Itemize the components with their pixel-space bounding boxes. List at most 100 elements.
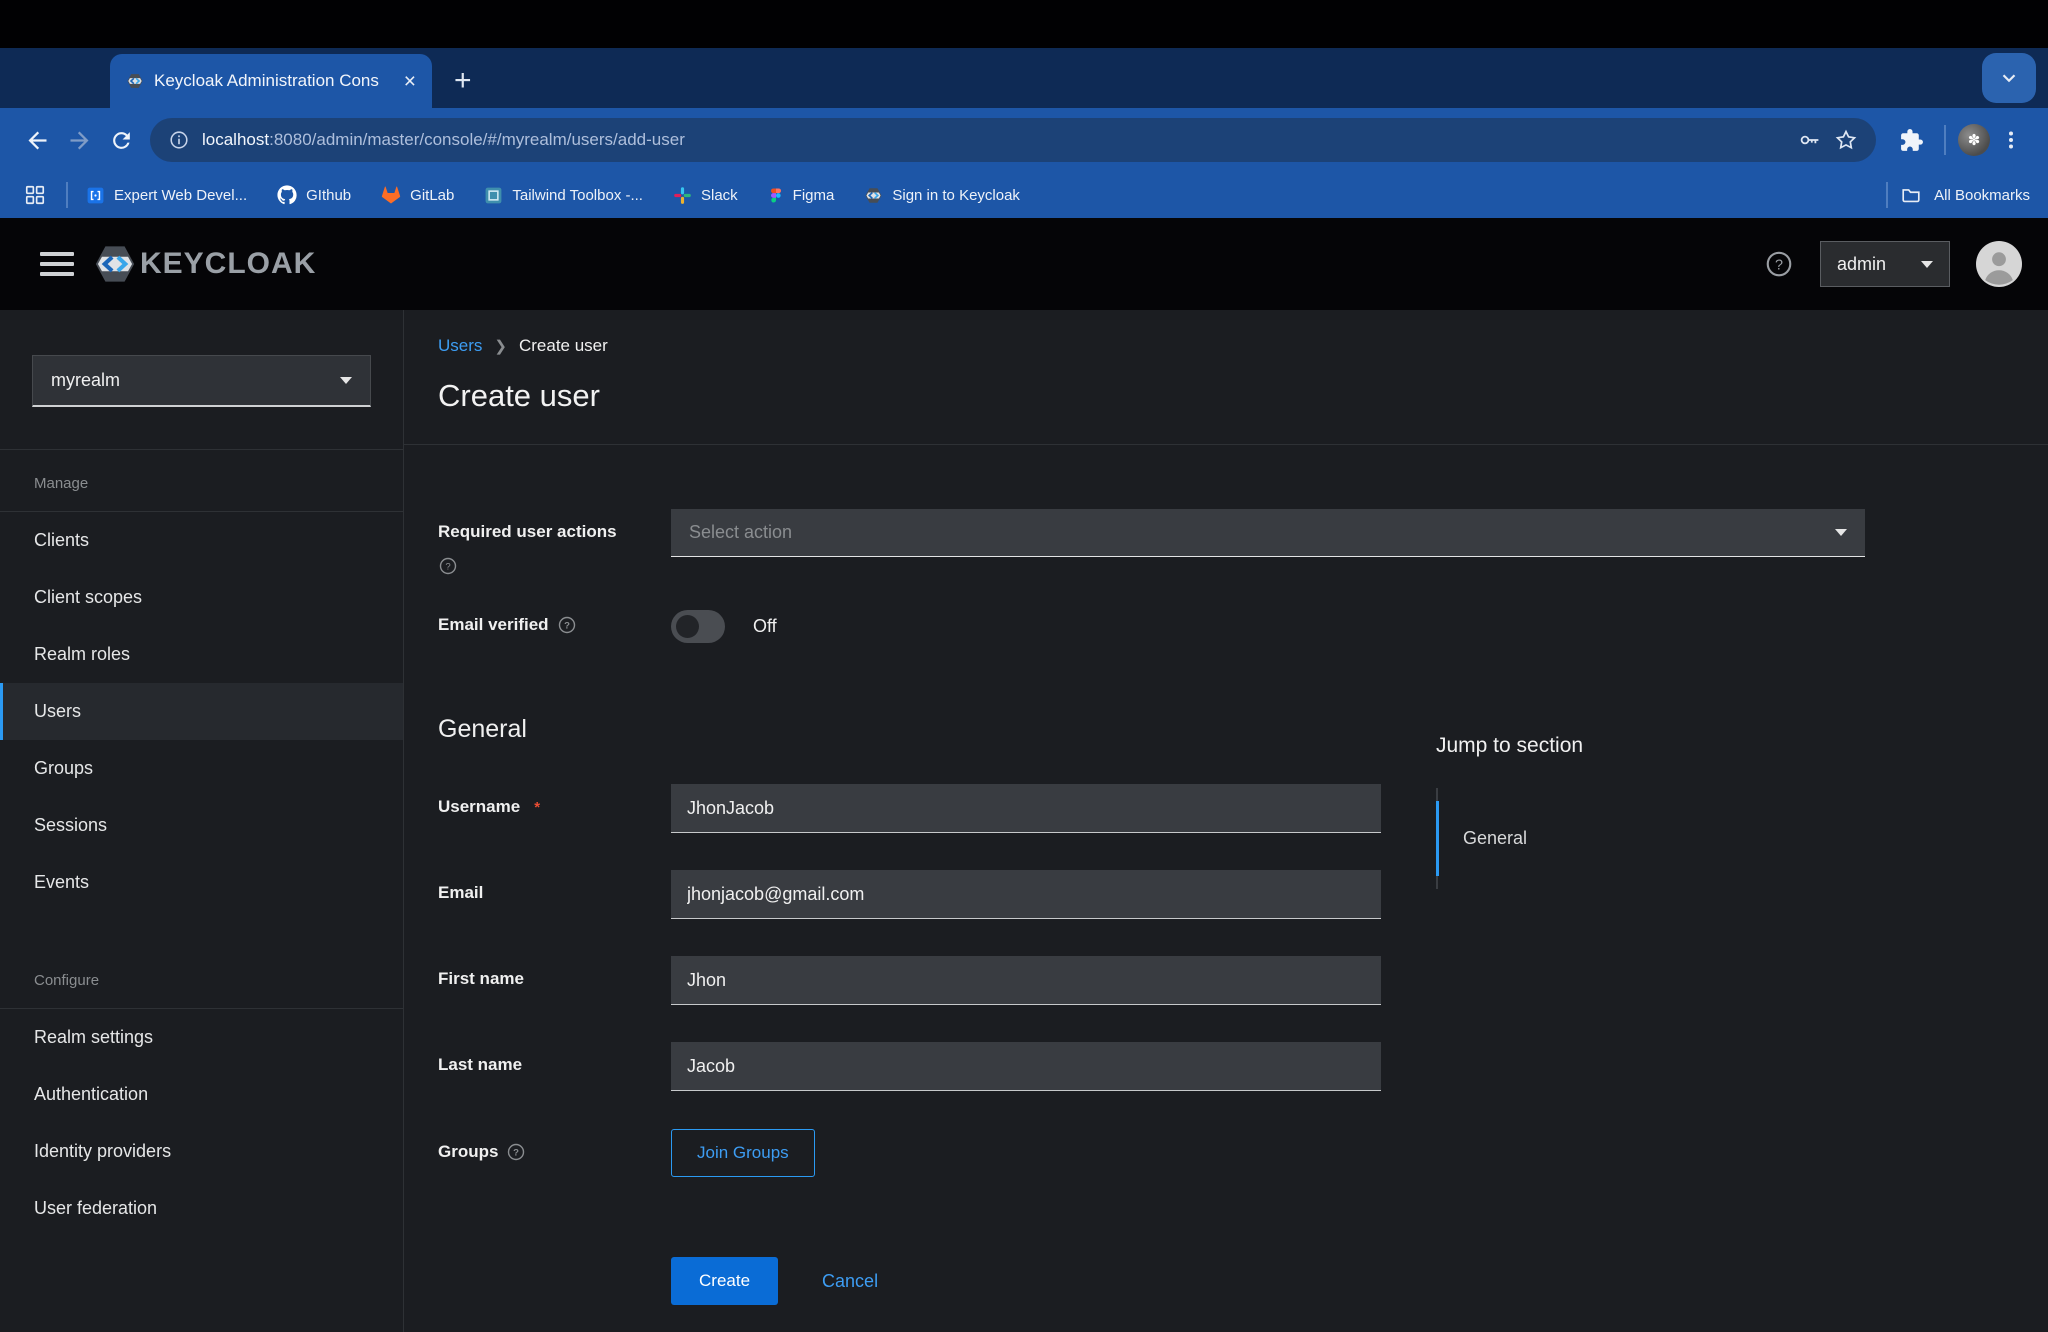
- sidebar-item-groups[interactable]: Groups: [0, 740, 403, 797]
- username-row: Username*: [438, 784, 2048, 833]
- new-tab-button[interactable]: +: [454, 66, 472, 96]
- help-icon[interactable]: ?: [1764, 249, 1794, 279]
- email-verified-label: Email verified ?: [438, 615, 577, 635]
- toolbar-separator: [1944, 125, 1946, 155]
- sidebar-item-realm-settings[interactable]: Realm settings: [0, 1009, 403, 1066]
- sidebar-item-realm-roles[interactable]: Realm roles: [0, 626, 403, 683]
- breadcrumb-users-link[interactable]: Users: [438, 336, 482, 356]
- sidebar-item-events[interactable]: Events: [0, 854, 403, 911]
- breadcrumb-current: Create user: [519, 336, 608, 356]
- bookmarks-separator: [66, 182, 68, 208]
- first-name-label: First name: [438, 969, 524, 989]
- back-button[interactable]: [16, 119, 58, 161]
- svg-text:?: ?: [445, 562, 450, 573]
- bookmark-slack[interactable]: Slack: [673, 186, 738, 205]
- email-row: Email: [438, 870, 2048, 919]
- bookmark-label: Figma: [793, 187, 835, 204]
- bookmark-github[interactable]: GIthub: [277, 185, 351, 205]
- sidebar-item-identity-providers[interactable]: Identity providers: [0, 1123, 403, 1180]
- question-circle-icon[interactable]: ?: [438, 556, 458, 576]
- bookmark-star-icon[interactable]: [1834, 128, 1858, 152]
- required-user-actions-label: Required user actions: [438, 522, 617, 542]
- cancel-link[interactable]: Cancel: [822, 1271, 878, 1292]
- extensions-button[interactable]: [1890, 119, 1932, 161]
- username-input[interactable]: [671, 784, 1381, 833]
- user-menu-dropdown[interactable]: admin: [1820, 241, 1950, 287]
- breadcrumb-chevron-icon: ❯: [494, 337, 507, 355]
- required-actions-select[interactable]: Select action: [671, 509, 1865, 557]
- bookmark-label: GitLab: [410, 187, 454, 204]
- apps-grid-button[interactable]: [18, 178, 52, 212]
- bookmark-keycloak[interactable]: Sign in to Keycloak: [864, 186, 1020, 205]
- folder-icon: [1900, 184, 1922, 206]
- browser-tab[interactable]: Keycloak Administration Cons ×: [110, 54, 432, 108]
- site-info-icon[interactable]: [168, 129, 190, 151]
- bookmark-figma[interactable]: Figma: [768, 186, 835, 205]
- email-input[interactable]: [671, 870, 1381, 919]
- email-verified-toggle[interactable]: [671, 610, 725, 643]
- user-avatar[interactable]: [1976, 241, 2022, 287]
- bookmark-label: Expert Web Devel...: [114, 187, 247, 204]
- sidebar-item-user-federation[interactable]: User federation: [0, 1180, 403, 1237]
- first-name-row: First name: [438, 956, 2048, 1005]
- bookmarks-bar: Expert Web Devel... GIthub GitLab Tailwi…: [0, 172, 2048, 218]
- password-key-icon[interactable]: [1798, 128, 1822, 152]
- sidebar-item-sessions[interactable]: Sessions: [0, 797, 403, 854]
- keycloak-favicon: [126, 72, 144, 90]
- apps-grid-icon: [24, 184, 46, 206]
- bookmark-label: Tailwind Toolbox -...: [512, 187, 643, 204]
- form-actions: Create Cancel: [438, 1257, 2048, 1305]
- bookmark-expert-web[interactable]: Expert Web Devel...: [86, 186, 247, 205]
- jump-to-section: Jump to section General: [1436, 734, 1756, 889]
- last-name-input[interactable]: [671, 1042, 1381, 1091]
- create-user-form: Required user actions ? Select action: [404, 445, 2048, 1305]
- menubar-strip: [0, 0, 2048, 48]
- expert-web-favicon: [86, 186, 105, 205]
- sidebar-item-clients[interactable]: Clients: [0, 512, 403, 569]
- sidebar-item-users[interactable]: Users: [0, 683, 403, 740]
- bookmark-tailwind-toolbox[interactable]: Tailwind Toolbox -...: [484, 186, 643, 205]
- nav-toggle-button[interactable]: [40, 252, 74, 276]
- sidebar-section-manage: Manage: [0, 450, 403, 511]
- join-groups-button[interactable]: Join Groups: [671, 1129, 815, 1177]
- brand-text: KEYCLOAK: [140, 247, 316, 281]
- svg-text:?: ?: [1775, 257, 1783, 273]
- realm-selector[interactable]: myrealm: [32, 355, 371, 407]
- groups-label: Groups ?: [438, 1142, 526, 1162]
- sidebar-item-client-scopes[interactable]: Client scopes: [0, 569, 403, 626]
- keycloak-brand[interactable]: KEYCLOAK: [92, 241, 316, 287]
- question-circle-icon[interactable]: ?: [557, 615, 577, 635]
- question-circle-icon[interactable]: ?: [506, 1142, 526, 1162]
- page-title: Create user: [438, 378, 2048, 414]
- forward-button[interactable]: [58, 119, 100, 161]
- breadcrumb: Users ❯ Create user: [438, 336, 2048, 356]
- jump-item-general[interactable]: General: [1436, 801, 1756, 876]
- url-bar[interactable]: localhost:8080/admin/master/console/#/my…: [150, 118, 1876, 162]
- main-content: Users ❯ Create user Create user Required…: [404, 310, 2048, 1332]
- gitlab-favicon: [381, 185, 401, 205]
- sidebar-item-authentication[interactable]: Authentication: [0, 1066, 403, 1123]
- sidebar-section-configure: Configure: [0, 947, 403, 1008]
- screen: Keycloak Administration Cons × + localho…: [0, 0, 2048, 1332]
- realm-name: myrealm: [51, 370, 120, 391]
- first-name-input[interactable]: [671, 956, 1381, 1005]
- bookmarks-right-separator: [1886, 182, 1888, 208]
- browser-menu-button[interactable]: [1990, 119, 2032, 161]
- keycloak-logo-icon: [92, 241, 138, 287]
- tailwind-toolbox-favicon: [484, 186, 503, 205]
- caret-down-icon: [340, 377, 352, 384]
- browser-profile-avatar[interactable]: ✽: [1958, 124, 1990, 156]
- bookmark-gitlab[interactable]: GitLab: [381, 185, 454, 205]
- create-button[interactable]: Create: [671, 1257, 778, 1305]
- figma-favicon: [768, 186, 784, 205]
- required-user-actions-row: Required user actions ? Select action: [438, 509, 2048, 576]
- url-text[interactable]: localhost:8080/admin/master/console/#/my…: [202, 130, 1786, 150]
- tab-close-icon[interactable]: ×: [400, 71, 420, 92]
- all-bookmarks-button[interactable]: All Bookmarks: [1934, 187, 2030, 204]
- tab-search-chevron-button[interactable]: [1982, 53, 2036, 103]
- jump-heading: Jump to section: [1436, 734, 1756, 758]
- reload-button[interactable]: [100, 119, 142, 161]
- toggle-state-text: Off: [753, 616, 777, 637]
- bookmark-label: Slack: [701, 187, 738, 204]
- caret-down-icon: [1921, 261, 1933, 268]
